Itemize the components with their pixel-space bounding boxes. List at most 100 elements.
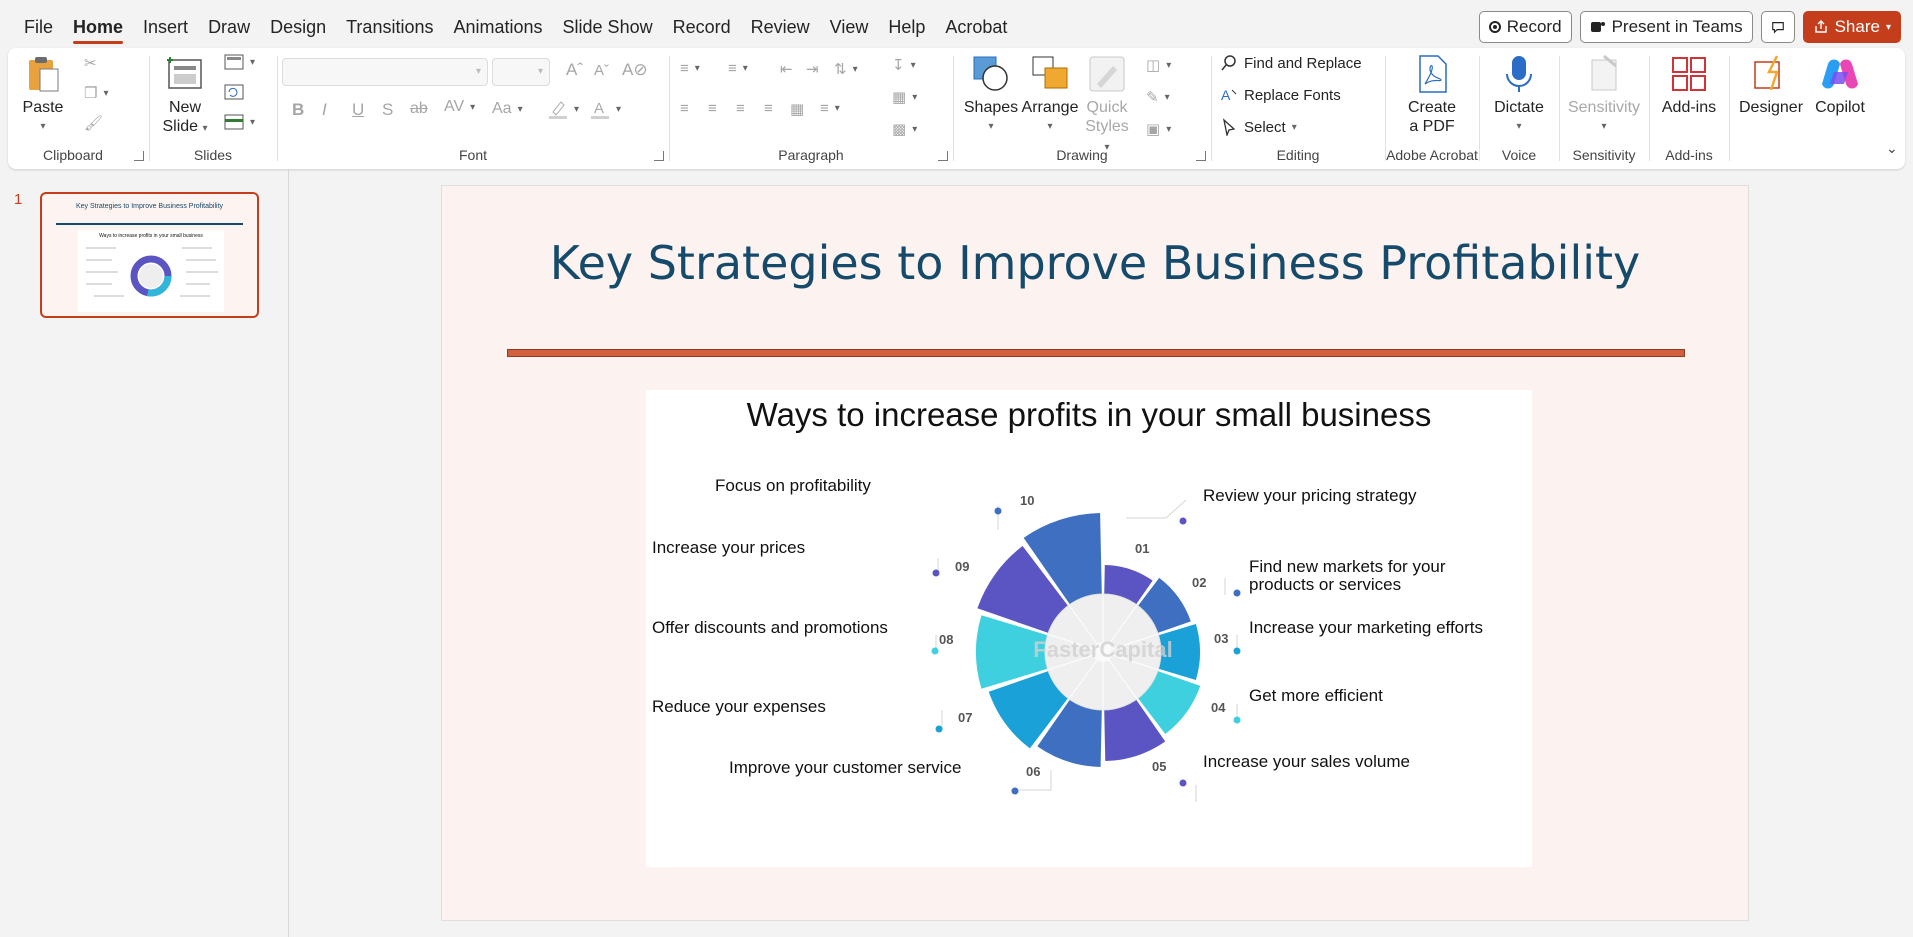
underline-icon[interactable]: U — [352, 100, 364, 120]
decrease-font-size-icon[interactable]: Aˇ — [594, 62, 609, 79]
paragraph-group: ≡ ▾ ≡ ▾ ⇤ ⇥ ⇅ ▾ ↧ ▾ ≡ ≡ ≡ ≡ ▦ ≡ ▾ ▦ ▾ ▩ … — [670, 48, 952, 169]
drawing-launcher-icon[interactable] — [1196, 151, 1206, 161]
tab-review[interactable]: Review — [741, 0, 820, 52]
share-label: Share — [1834, 17, 1880, 36]
numbering-icon[interactable]: ≡ ▾ — [728, 60, 748, 77]
shadow-icon[interactable]: S — [382, 100, 393, 120]
highlight-color-icon[interactable]: ▾ — [548, 98, 579, 120]
align-right-icon[interactable]: ≡ — [736, 100, 745, 117]
chevron-down-icon: ▾ — [1291, 121, 1297, 133]
chevron-down-icon: ▾ — [1516, 121, 1522, 132]
tab-animations[interactable]: Animations — [443, 0, 552, 52]
collapse-ribbon-icon[interactable]: ⌄ — [1886, 140, 1898, 157]
record-button[interactable]: Record — [1478, 11, 1572, 43]
bullets-icon[interactable]: ≡ ▾ — [680, 60, 700, 77]
character-spacing-icon[interactable]: AV ▾ — [444, 98, 475, 116]
find-and-replace-button[interactable]: Find and Replace — [1220, 54, 1362, 72]
change-case-icon[interactable]: Aa ▾ — [492, 100, 523, 118]
tab-help[interactable]: Help — [878, 0, 935, 52]
text-direction-icon[interactable]: ↧ ▾ — [892, 56, 916, 74]
font-family-select[interactable]: ▾ — [282, 58, 488, 86]
tab-draw[interactable]: Draw — [198, 0, 260, 52]
tab-design[interactable]: Design — [260, 0, 336, 52]
copy-icon[interactable]: ❐ ▾ — [84, 84, 108, 102]
increase-font-size-icon[interactable]: Aˆ — [566, 60, 583, 80]
create-pdf-button[interactable]: Create a PDF — [1398, 54, 1466, 136]
increase-indent-icon[interactable]: ⇥ — [806, 60, 819, 78]
comment-icon — [1771, 22, 1784, 34]
align-text-vertical-icon[interactable]: ▦ ▾ — [892, 88, 917, 106]
line-spacing-icon[interactable]: ⇅ ▾ — [834, 60, 858, 78]
present-in-teams-button[interactable]: Present in Teams — [1579, 11, 1753, 43]
font-size-select[interactable]: ▾ — [492, 58, 550, 86]
clear-formatting-icon[interactable]: A⊘ — [622, 60, 648, 80]
align-center-icon[interactable]: ≡ — [708, 100, 717, 117]
radial-wheel-graphic: 01 02 03 04 05 06 07 08 09 10 FasterCapi… — [931, 493, 1241, 802]
sensitivity-button[interactable]: Sensitivity ▾ — [1568, 54, 1640, 136]
reset-slide-icon[interactable] — [224, 84, 244, 100]
select-button[interactable]: Select ▾ — [1220, 118, 1297, 136]
select-label: Select — [1244, 118, 1286, 136]
clipboard-launcher-icon[interactable] — [134, 151, 144, 161]
designer-button[interactable]: Designer — [1736, 54, 1806, 117]
decrease-indent-icon[interactable]: ⇤ — [780, 60, 793, 78]
bold-icon[interactable]: B — [292, 100, 304, 120]
tab-home[interactable]: Home — [63, 0, 133, 52]
shapes-button[interactable]: Shapes ▾ — [963, 54, 1019, 136]
dictate-button[interactable]: Dictate ▾ — [1488, 54, 1550, 136]
shapes-label: Shapes — [963, 99, 1019, 116]
arrange-button[interactable]: Arrange ▾ — [1022, 54, 1078, 136]
quick-styles-icon — [1089, 56, 1125, 92]
step-number-04: 04 — [1211, 700, 1226, 715]
slide-canvas[interactable]: Key Strategies to Improve Business Profi… — [441, 185, 1749, 921]
paragraph-launcher-icon[interactable] — [938, 151, 948, 161]
step-number-05: 05 — [1152, 759, 1166, 774]
tab-record[interactable]: Record — [663, 0, 741, 52]
editing-group: Find and Replace A Replace Fonts Select … — [1212, 48, 1384, 169]
comments-button[interactable] — [1760, 11, 1795, 43]
step-number-03: 03 — [1214, 631, 1228, 646]
align-left-icon[interactable]: ≡ — [680, 100, 689, 117]
align-text-icon[interactable]: ≡ ▾ — [820, 100, 840, 117]
justify-icon[interactable]: ≡ — [764, 100, 773, 117]
create-pdf-label-1: Create — [1407, 99, 1457, 116]
copilot-button[interactable]: Copilot — [1808, 54, 1872, 117]
slide-thumbnail[interactable]: Key Strategies to Improve Business Profi… — [40, 192, 259, 318]
share-button[interactable]: Share ▾ — [1802, 11, 1901, 43]
tab-file[interactable]: File — [14, 0, 63, 52]
new-slide-label-1: New — [168, 99, 201, 116]
tab-view[interactable]: View — [820, 0, 879, 52]
tab-acrobat[interactable]: Acrobat — [935, 0, 1017, 52]
font-color-icon[interactable]: A ▾ — [590, 98, 621, 120]
copilot-label: Copilot — [1815, 99, 1865, 116]
columns-icon[interactable]: ▦ — [790, 100, 804, 118]
replace-fonts-icon: A — [1221, 87, 1237, 103]
slide-title[interactable]: Key Strategies to Improve Business Profi… — [442, 236, 1748, 290]
strikethrough-icon[interactable]: ab — [410, 100, 428, 118]
italic-icon[interactable]: I — [322, 100, 327, 120]
format-painter-icon[interactable]: 🖌 — [84, 114, 103, 132]
font-launcher-icon[interactable] — [654, 151, 664, 161]
quick-styles-label-1: Quick — [1086, 99, 1128, 116]
shape-outline-icon[interactable]: ✎ ▾ — [1146, 88, 1170, 106]
quick-styles-button[interactable]: Quick Styles ▾ — [1082, 54, 1132, 157]
svg-text:A: A — [594, 100, 604, 117]
title-divider[interactable] — [507, 349, 1685, 357]
tab-transitions[interactable]: Transitions — [336, 0, 443, 52]
layout-button[interactable]: ▾ — [224, 54, 255, 70]
tab-insert[interactable]: Insert — [133, 0, 198, 52]
addins-button[interactable]: Add-ins — [1658, 54, 1720, 117]
new-slide-button[interactable]: New Slide ▾ — [160, 54, 210, 138]
shape-fill-icon[interactable]: ◫ ▾ — [1146, 56, 1171, 74]
infographic-image[interactable]: Ways to increase profits in your small b… — [646, 390, 1532, 867]
shape-effects-icon[interactable]: ▣ ▾ — [1146, 120, 1171, 138]
paste-button[interactable]: Paste ▾ — [22, 54, 64, 136]
smartart-icon[interactable]: ▩ ▾ — [892, 120, 917, 138]
voice-label: Voice — [1501, 147, 1537, 163]
cut-icon[interactable]: ✂ — [84, 54, 97, 72]
section-button[interactable]: ▾ — [224, 114, 255, 130]
copilot-icon — [1822, 59, 1858, 89]
replace-fonts-button[interactable]: A Replace Fonts — [1220, 86, 1341, 104]
tab-slide-show[interactable]: Slide Show — [553, 0, 663, 52]
record-label: Record — [1506, 17, 1562, 36]
